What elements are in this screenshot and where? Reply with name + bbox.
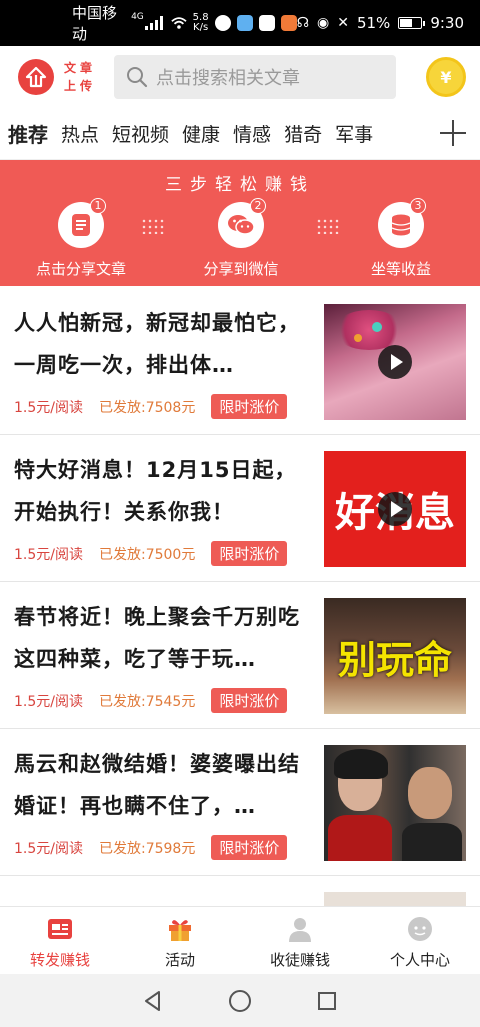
tab-recommend[interactable]: 推荐	[8, 119, 48, 148]
step-share-wechat: 2 分享到微信	[190, 198, 292, 279]
price-rise-badge: 限时涨价	[211, 835, 288, 860]
signal-icon	[144, 16, 163, 30]
notification-icons	[214, 15, 297, 31]
step-number: 2	[250, 198, 266, 214]
tab-hot[interactable]: 热点	[61, 120, 99, 147]
article-item[interactable]: 春节将近！晚上聚会千万别吃这四种菜，吃了等于玩… 1.5元/阅读 已发放:754…	[0, 582, 480, 729]
issued-amount: 已发放:7508元	[98, 399, 196, 416]
net-speed: 5.8 K/s	[193, 13, 209, 33]
step-earn: 3 坐等收益	[350, 198, 452, 279]
nav-label: 个人中心	[389, 951, 450, 969]
qq-icon	[258, 15, 275, 31]
eye-icon: ◉	[317, 15, 330, 31]
article-thumbnail: 别玩命	[324, 598, 466, 714]
search-bar[interactable]: 点击搜索相关文章	[114, 55, 396, 99]
tab-curious[interactable]: 猎奇	[284, 120, 322, 147]
article-icon	[48, 919, 72, 939]
app-logo[interactable]: 文章上传	[18, 59, 96, 95]
search-placeholder: 点击搜索相关文章	[156, 68, 300, 89]
network-type: 4G	[131, 12, 144, 22]
tab-health[interactable]: 健康	[182, 120, 220, 147]
article-title: 特大好消息！12月15日起，开始执行！关系你我！	[14, 458, 297, 524]
article-thumbnail	[324, 304, 466, 420]
article-item[interactable]: 馬云和赵微结婚！婆婆曝出结婚证！再也瞒不住了，… 1.5元/阅读 已发放:759…	[0, 729, 480, 876]
reward-rate: 1.5元/阅读	[14, 840, 83, 857]
recents-icon[interactable]	[316, 990, 338, 1012]
system-nav-bar	[0, 974, 480, 1027]
thumbnail-text: 别玩命	[337, 637, 452, 682]
article-thumbnail: 好消息	[324, 451, 466, 567]
gift-icon	[169, 920, 191, 941]
logo-text: 文章上传	[64, 61, 97, 93]
wifi-icon	[171, 17, 187, 29]
issued-amount: 已发放:7598元	[98, 840, 196, 857]
banner-title: 三步轻松赚钱	[165, 175, 315, 195]
nav-label: 活动	[164, 951, 195, 969]
article-title: 人人怕新冠，新冠却最怕它，一周吃一次，排出体…	[14, 311, 300, 377]
category-tabs: 推荐 热点 短视频 健康 情感 猎奇 军事	[0, 108, 480, 160]
nav-forward-earn[interactable]: 转发赚钱	[0, 907, 120, 974]
upload-icon	[18, 59, 54, 95]
step-separator	[141, 218, 165, 234]
globe-icon	[214, 15, 231, 31]
step-number: 1	[90, 198, 106, 214]
play-icon	[378, 345, 412, 379]
price-rise-badge: 限时涨价	[211, 688, 288, 713]
article-title: 春节将近！晚上聚会千万别吃这四种菜，吃了等于玩…	[14, 605, 300, 671]
tab-short-video[interactable]: 短视频	[112, 120, 169, 147]
price-rise-badge: 限时涨价	[211, 394, 288, 419]
app-header: 文章上传 点击搜索相关文章 ¥	[0, 46, 480, 108]
nav-recruit-earn[interactable]: 收徒赚钱	[240, 907, 360, 974]
battery-percent: 51%	[356, 14, 391, 32]
reward-rate: 1.5元/阅读	[14, 399, 83, 416]
carrier-name: 中国移动	[72, 4, 118, 43]
step-number: 3	[410, 198, 426, 214]
person-icon	[289, 918, 311, 942]
mute-icon: ✕	[337, 15, 349, 31]
article-title: 馬云和赵微结婚！婆婆曝出结婚证！再也瞒不住了，…	[14, 752, 300, 818]
nav-activity[interactable]: 活动	[120, 907, 240, 974]
issued-amount: 已发放:7500元	[98, 546, 196, 563]
app-icon	[236, 15, 253, 31]
battery-icon	[398, 17, 426, 29]
play-icon	[378, 492, 412, 526]
nav-label: 收徒赚钱	[269, 951, 330, 969]
home-icon[interactable]	[228, 989, 252, 1013]
coin-icon[interactable]: ¥	[426, 57, 466, 97]
headset-icon: ☊	[296, 15, 310, 31]
search-icon	[127, 67, 148, 88]
step-share-article: 1 点击分享文章	[30, 198, 132, 279]
step-separator	[316, 218, 340, 234]
clock: 9:30	[430, 14, 464, 32]
net-speed-unit: K/s	[193, 22, 209, 33]
step-label: 分享到微信	[203, 260, 279, 278]
step-label: 坐等收益	[370, 260, 431, 278]
earn-banner[interactable]: 三步轻松赚钱 1 点击分享文章 2 分享到微信 3 坐等收益	[0, 160, 480, 286]
article-item[interactable]: 人人怕新冠，新冠却最怕它，一周吃一次，排出体… 1.5元/阅读 已发放:7508…	[0, 288, 480, 435]
add-tab-icon[interactable]	[440, 120, 466, 146]
back-icon[interactable]	[142, 990, 164, 1012]
profile-icon	[408, 917, 432, 941]
article-thumbnail	[324, 745, 466, 861]
price-rise-badge: 限时涨价	[211, 541, 288, 566]
step-label: 点击分享文章	[35, 260, 126, 278]
reward-rate: 1.5元/阅读	[14, 693, 83, 710]
tab-emotion[interactable]: 情感	[233, 120, 271, 147]
battery-fill	[400, 19, 412, 27]
article-item[interactable]: 特大好消息！12月15日起，开始执行！关系你我！ 1.5元/阅读 已发放:750…	[0, 435, 480, 582]
status-bar: 中国移动 4G 5.8 K/s ☊ ◉ ✕ 51% 9:30	[0, 0, 480, 46]
issued-amount: 已发放:7545元	[98, 693, 196, 710]
taobao-icon	[280, 15, 297, 31]
reward-rate: 1.5元/阅读	[14, 546, 83, 563]
nav-label: 转发赚钱	[29, 951, 90, 969]
bottom-nav: 转发赚钱 活动 收徒赚钱 个人中心	[0, 906, 480, 974]
nav-profile[interactable]: 个人中心	[360, 907, 480, 974]
tab-military[interactable]: 军事	[335, 120, 373, 147]
